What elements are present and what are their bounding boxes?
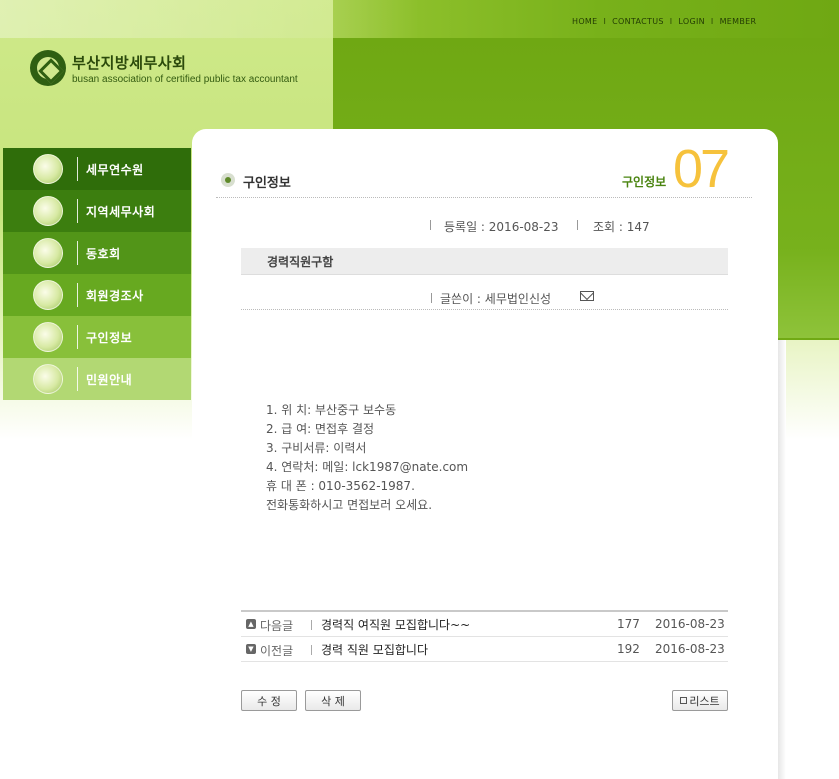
divider	[77, 199, 78, 223]
divider	[77, 241, 78, 265]
bullet-icon	[221, 173, 235, 187]
sidebar-item-label: 구인정보	[86, 330, 133, 345]
logo-title: 부산지방세무사회	[72, 53, 187, 72]
flower-icon	[33, 280, 63, 310]
post-meta: 등록일 : 2016-08-23 조회 : 147	[240, 218, 728, 238]
divider	[77, 367, 78, 391]
sidebar-item-label: 민원안내	[86, 372, 133, 387]
page-header: 구인정보 구인정보 07	[216, 139, 752, 200]
club-icon	[33, 238, 63, 268]
contact-link[interactable]: CONTACTUS	[612, 17, 664, 26]
post-subject-bar: 경력직원구함	[241, 248, 728, 275]
body-line: 1. 위 치: 부산중구 보수동	[266, 403, 397, 417]
section-number: 07	[673, 139, 730, 199]
next-post-row[interactable]: ▲ 다음글 경력직 여직원 모집합니다~~ 177 2016-08-23	[241, 612, 728, 637]
prev-post-views: 192	[617, 642, 640, 656]
next-label: 다음글	[260, 619, 294, 633]
post-writer: 글쓴이 : 세무법인신성	[241, 288, 728, 310]
divider	[431, 293, 432, 303]
body-line: 4. 연락처: 메일: lck1987@nate.com	[266, 460, 469, 474]
body-line: 전화통화하시고 면접보러 오세요.	[266, 498, 433, 512]
prev-post-row[interactable]: ▼ 이전글 경력 직원 모집합니다 192 2016-08-23	[241, 637, 728, 662]
delete-button[interactable]: 삭 제	[305, 690, 361, 711]
divider	[77, 283, 78, 307]
body-line: 2. 급 여: 면접후 결정	[266, 422, 375, 436]
list-button[interactable]: 리스트	[672, 690, 728, 711]
edit-button[interactable]: 수 정	[241, 690, 297, 711]
mail-icon[interactable]	[580, 291, 594, 301]
post-views: 조회 : 147	[593, 220, 650, 234]
site-logo[interactable]: 부산지방세무사회 busan association of certified …	[30, 50, 298, 86]
handshake-icon	[33, 322, 63, 352]
post-date: 등록일 : 2016-08-23	[444, 220, 559, 234]
separator: I	[710, 17, 714, 26]
divider	[77, 325, 78, 349]
list-icon	[680, 697, 688, 704]
building-icon	[33, 196, 63, 226]
divider	[311, 620, 312, 630]
list-button-label: 리스트	[689, 694, 720, 708]
chevron-up-icon: ▲	[246, 619, 256, 629]
sidebar-item-regional[interactable]: 지역세무사회	[3, 190, 191, 232]
post-navigation: ▲ 다음글 경력직 여직원 모집합니다~~ 177 2016-08-23 ▼ 이…	[241, 610, 728, 662]
hand-icon	[33, 364, 63, 394]
sidebar-item-label: 세무연수원	[86, 162, 144, 177]
section-label: 구인정보	[622, 175, 667, 189]
prev-post-date: 2016-08-23	[655, 642, 725, 656]
top-nav: HOME I CONTACTUS I LOGIN I MEMBER	[572, 17, 756, 26]
divider	[311, 645, 312, 655]
divider	[577, 220, 578, 230]
panel-shadow	[778, 340, 786, 779]
sidebar-item-civil[interactable]: 민원안내	[3, 358, 191, 400]
page-title: 구인정보	[243, 176, 291, 191]
next-post-title[interactable]: 경력직 여직원 모집합니다~~	[321, 616, 470, 633]
sidebar-item-events[interactable]: 회원경조사	[3, 274, 191, 316]
sidebar-item-label: 동호회	[86, 246, 121, 261]
edit-button-label: 수 정	[257, 694, 281, 708]
post-subject: 경력직원구함	[267, 255, 334, 269]
prev-label: 이전글	[260, 644, 294, 658]
next-post-date: 2016-08-23	[655, 617, 725, 631]
logo-subtitle: busan association of certified public ta…	[72, 73, 298, 85]
divider	[216, 197, 752, 198]
login-link[interactable]: LOGIN	[678, 17, 705, 26]
next-post-views: 177	[617, 617, 640, 631]
sidebar-menu: 세무연수원 지역세무사회 동호회 회원경조사 구인정보 민원안내	[3, 148, 191, 400]
body-line: 휴 대 폰 : 010-3562-1987.	[266, 479, 415, 493]
book-icon	[33, 154, 63, 184]
home-link[interactable]: HOME	[572, 17, 597, 26]
separator: I	[603, 17, 607, 26]
post-body: 1. 위 치: 부산중구 보수동 2. 급 여: 면접후 결정 3. 구비서류:…	[266, 401, 468, 515]
divider	[430, 220, 431, 230]
member-link[interactable]: MEMBER	[720, 17, 757, 26]
sidebar-item-label: 회원경조사	[86, 288, 144, 303]
separator: I	[669, 17, 673, 26]
delete-button-label: 삭 제	[321, 694, 345, 708]
chevron-down-icon: ▼	[246, 644, 256, 654]
sidebar-item-jobs[interactable]: 구인정보	[3, 316, 191, 358]
prev-post-title[interactable]: 경력 직원 모집합니다	[321, 641, 428, 658]
writer-label: 글쓴이 : 세무법인신성	[440, 292, 552, 306]
sidebar-item-tax-institute[interactable]: 세무연수원	[3, 148, 191, 190]
body-line: 3. 구비서류: 이력서	[266, 441, 367, 455]
logo-emblem-icon	[30, 50, 66, 86]
divider	[77, 157, 78, 181]
sidebar-item-clubs[interactable]: 동호회	[3, 232, 191, 274]
sidebar-item-label: 지역세무사회	[86, 204, 156, 219]
